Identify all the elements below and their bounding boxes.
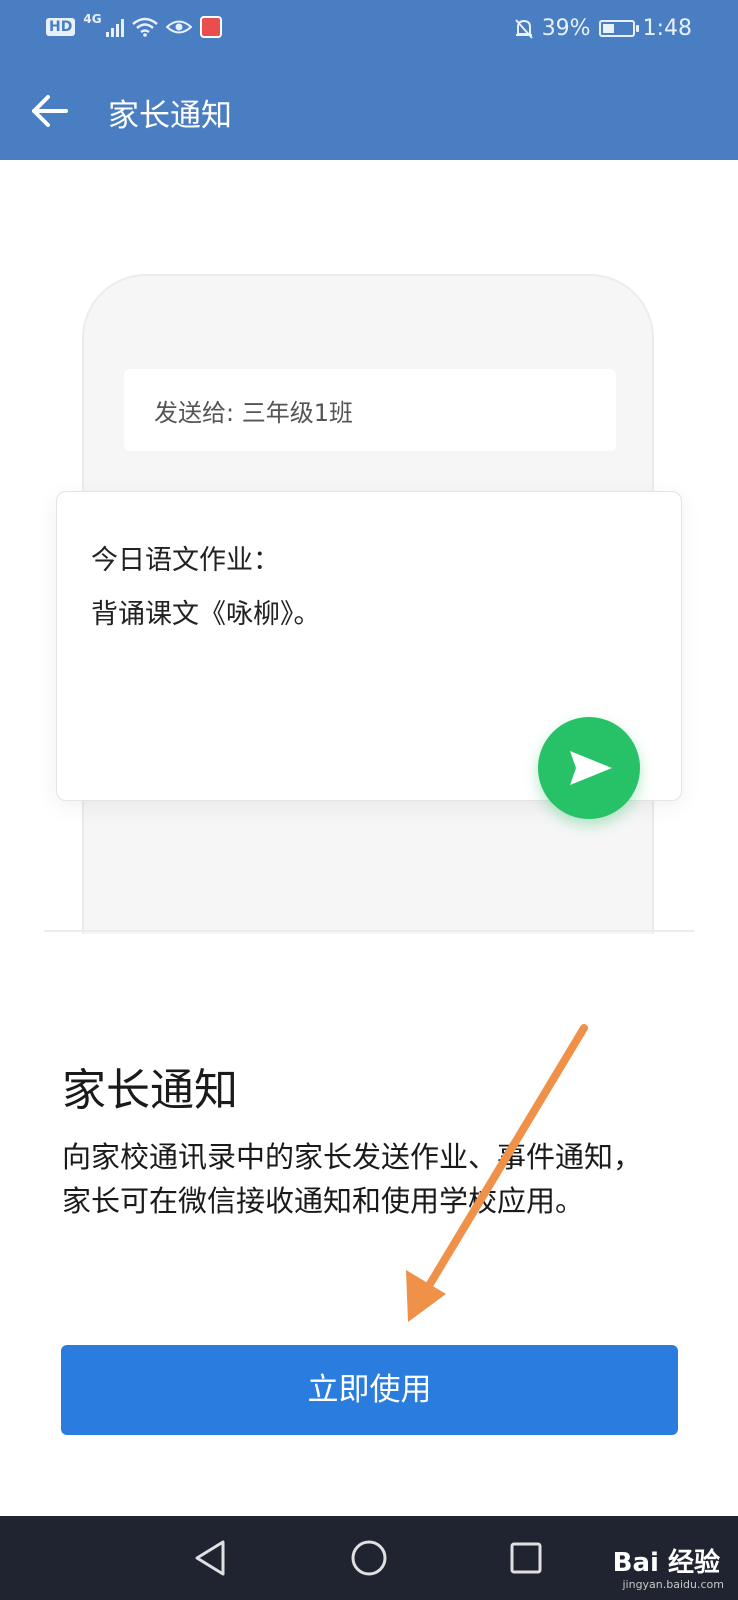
system-nav-bar: Bai 经验 jingyan.baidu.com	[0, 1516, 738, 1600]
feature-description: 向家校通讯录中的家长发送作业、事件通知，家长可在微信接收通知和使用学校应用。	[62, 1140, 643, 1218]
section-divider	[44, 930, 694, 932]
bell-off-icon	[514, 18, 533, 39]
triangle-back-icon[interactable]	[189, 1536, 233, 1580]
status-left: HD 4G	[46, 12, 222, 38]
app-header: HD 4G 39% 1:48 家长通知	[0, 0, 738, 160]
signal-icon	[105, 17, 124, 37]
network-type: 4G	[83, 12, 102, 26]
feature-title: 家长通知	[62, 1065, 238, 1116]
arrow-left-icon[interactable]	[26, 88, 72, 134]
wifi-icon	[131, 17, 158, 37]
use-now-button[interactable]: 立即使用	[61, 1345, 678, 1435]
watermark-url: jingyan.baidu.com	[622, 1578, 724, 1591]
page-title: 家长通知	[108, 98, 232, 134]
paper-plane-icon	[570, 751, 612, 785]
eye-icon	[165, 20, 192, 34]
message-line-2: 背诵课文《咏柳》。	[91, 599, 321, 630]
square-recent-icon[interactable]	[504, 1536, 548, 1580]
recipient-text: 发送给: 三年级1班	[154, 399, 353, 427]
circle-home-icon[interactable]	[347, 1536, 391, 1580]
clock: 1:48	[642, 16, 692, 41]
hd-badge: HD	[46, 18, 76, 36]
watermark-logo: Bai 经验	[612, 1548, 720, 1578]
battery-percent: 39%	[541, 16, 591, 41]
title-bar: 家长通知	[0, 62, 738, 160]
recipient-box: 发送给: 三年级1班	[124, 369, 616, 451]
app-notification-icon	[199, 16, 222, 38]
message-line-1: 今日语文作业：	[91, 545, 280, 576]
send-button	[538, 717, 640, 819]
battery-icon	[598, 20, 639, 37]
status-right: 39% 1:48	[514, 16, 692, 41]
status-bar: HD 4G 39% 1:48	[0, 0, 738, 62]
